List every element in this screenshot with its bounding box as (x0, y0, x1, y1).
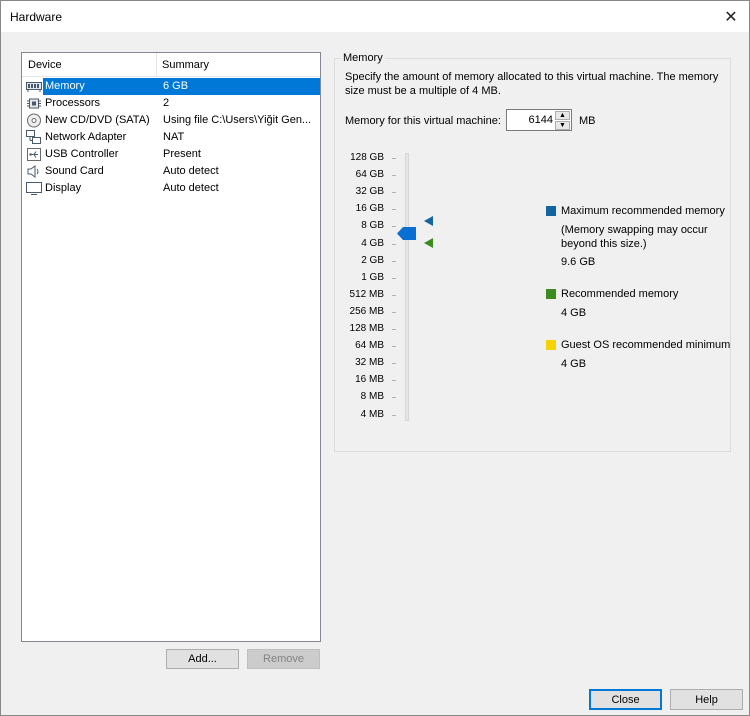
scale-tick (392, 226, 396, 228)
add-button[interactable]: Add... (166, 649, 239, 669)
device-summary: 2 (163, 97, 170, 109)
scale-label: 1 GB (361, 271, 384, 283)
scale-tick (392, 243, 396, 245)
list-header: Device Summary (22, 53, 320, 77)
cd-dvd-icon (27, 113, 41, 128)
memory-input[interactable]: 6144 (529, 114, 553, 126)
guest-os-minimum-title: Guest OS recommended minimum (561, 339, 731, 351)
device-name: Processors (45, 97, 101, 109)
device-name: Display (45, 182, 82, 194)
scale-label: 512 MB (349, 288, 384, 300)
scale-tick (392, 346, 396, 348)
scale-label: 128 GB (350, 152, 384, 163)
processor-icon (27, 98, 41, 109)
device-name: New CD/DVD (SATA) (45, 114, 150, 126)
scale-tick (392, 158, 396, 159)
recommended-title: Recommended memory (561, 288, 679, 300)
hardware-dialog: Hardware ✕ Device Summary Memory 6 GB Pr… (0, 0, 750, 716)
column-header-device[interactable]: Device (28, 59, 62, 71)
device-name: Network Adapter (45, 131, 127, 143)
device-row-usb-controller[interactable]: USB Controller Present (24, 146, 320, 163)
scale-tick (392, 260, 396, 262)
memory-group-label: Memory (341, 52, 385, 64)
memory-description: Specify the amount of memory allocated t… (345, 71, 719, 97)
device-row-sound-card[interactable]: Sound Card Auto detect (24, 163, 320, 180)
usb-icon (27, 148, 41, 161)
device-row-cd-dvd[interactable]: New CD/DVD (SATA) Using file C:\Users\Yi… (24, 112, 320, 129)
scale-label: 2 GB (361, 254, 384, 266)
device-summary: NAT (163, 131, 185, 143)
device-name: Memory (43, 78, 163, 95)
monitor-icon (26, 182, 42, 195)
memory-stepper[interactable]: 6144 ▲ ▼ (506, 109, 572, 131)
close-window-icon[interactable]: ✕ (713, 1, 749, 32)
device-row-display[interactable]: Display Auto detect (24, 180, 320, 197)
spin-down-icon[interactable]: ▼ (555, 121, 570, 130)
scale-tick (392, 380, 396, 382)
scale-label: 256 MB (349, 305, 384, 317)
device-row-memory[interactable]: Memory 6 GB (24, 78, 320, 95)
title-bar: Hardware ✕ (1, 1, 749, 32)
device-name: Sound Card (45, 165, 104, 177)
scale-label: 4 GB (361, 237, 384, 249)
recommended-legend-icon (546, 289, 556, 299)
device-row-processors[interactable]: Processors 2 (24, 95, 320, 112)
scale-tick (392, 363, 396, 365)
device-summary: 6 GB (161, 78, 320, 95)
scale-label: 16 GB (355, 203, 384, 215)
scale-tick (392, 209, 396, 211)
max-recommended-value: 9.6 GB (561, 256, 596, 268)
memory-slider-thumb[interactable] (397, 227, 416, 240)
max-recommended-title: Maximum recommended memory (561, 205, 725, 217)
scale-label: 16 MB (355, 374, 384, 386)
device-list[interactable]: Device Summary Memory 6 GB Processors 2 … (21, 52, 321, 642)
device-summary: Auto detect (163, 182, 219, 194)
scale-tick (392, 192, 396, 194)
device-summary: Using file C:\Users\Yiğit Gen... (163, 114, 312, 126)
close-button[interactable]: Close (589, 689, 662, 710)
scale-label: 4 MB (360, 408, 384, 420)
network-adapter-icon (26, 130, 41, 144)
device-summary: Auto detect (163, 165, 219, 177)
remove-button[interactable]: Remove (247, 649, 320, 669)
speaker-icon (27, 165, 39, 178)
guest-os-minimum-value: 4 GB (561, 358, 587, 370)
scale-label: 32 GB (355, 186, 384, 198)
memory-icon (26, 82, 42, 92)
column-header-summary[interactable]: Summary (162, 59, 209, 71)
scale-tick (392, 311, 396, 313)
device-name: USB Controller (45, 148, 119, 160)
memory-slider-track[interactable] (405, 153, 409, 421)
max-recommended-marker-icon (424, 216, 433, 226)
scale-label: 8 GB (361, 220, 384, 232)
window-title: Hardware (10, 10, 63, 24)
scale-label: 64 GB (355, 169, 384, 181)
device-summary: Present (163, 148, 201, 160)
memory-unit: MB (579, 115, 596, 127)
scale-label: 128 MB (349, 323, 384, 334)
memory-field-label: Memory for this virtual machine: (345, 115, 501, 127)
spin-up-icon[interactable]: ▲ (555, 111, 570, 120)
help-button[interactable]: Help (670, 689, 743, 710)
scale-tick (392, 294, 396, 296)
scale-tick (392, 277, 396, 279)
scale-label: 32 MB (355, 357, 384, 369)
scale-tick (392, 175, 396, 177)
guest-os-minimum-legend-icon (546, 340, 556, 350)
recommended-marker-icon (424, 238, 433, 248)
recommended-value: 4 GB (561, 307, 587, 319)
scale-label: 8 MB (360, 391, 384, 403)
scale-tick (392, 329, 396, 330)
scale-label: 64 MB (355, 340, 384, 352)
max-recommended-note: (Memory swapping may occur beyond this s… (561, 224, 708, 250)
scale-tick (392, 397, 396, 399)
max-recommended-legend-icon (546, 206, 556, 216)
scale-tick (392, 414, 396, 416)
device-row-network-adapter[interactable]: Network Adapter NAT (24, 129, 320, 146)
